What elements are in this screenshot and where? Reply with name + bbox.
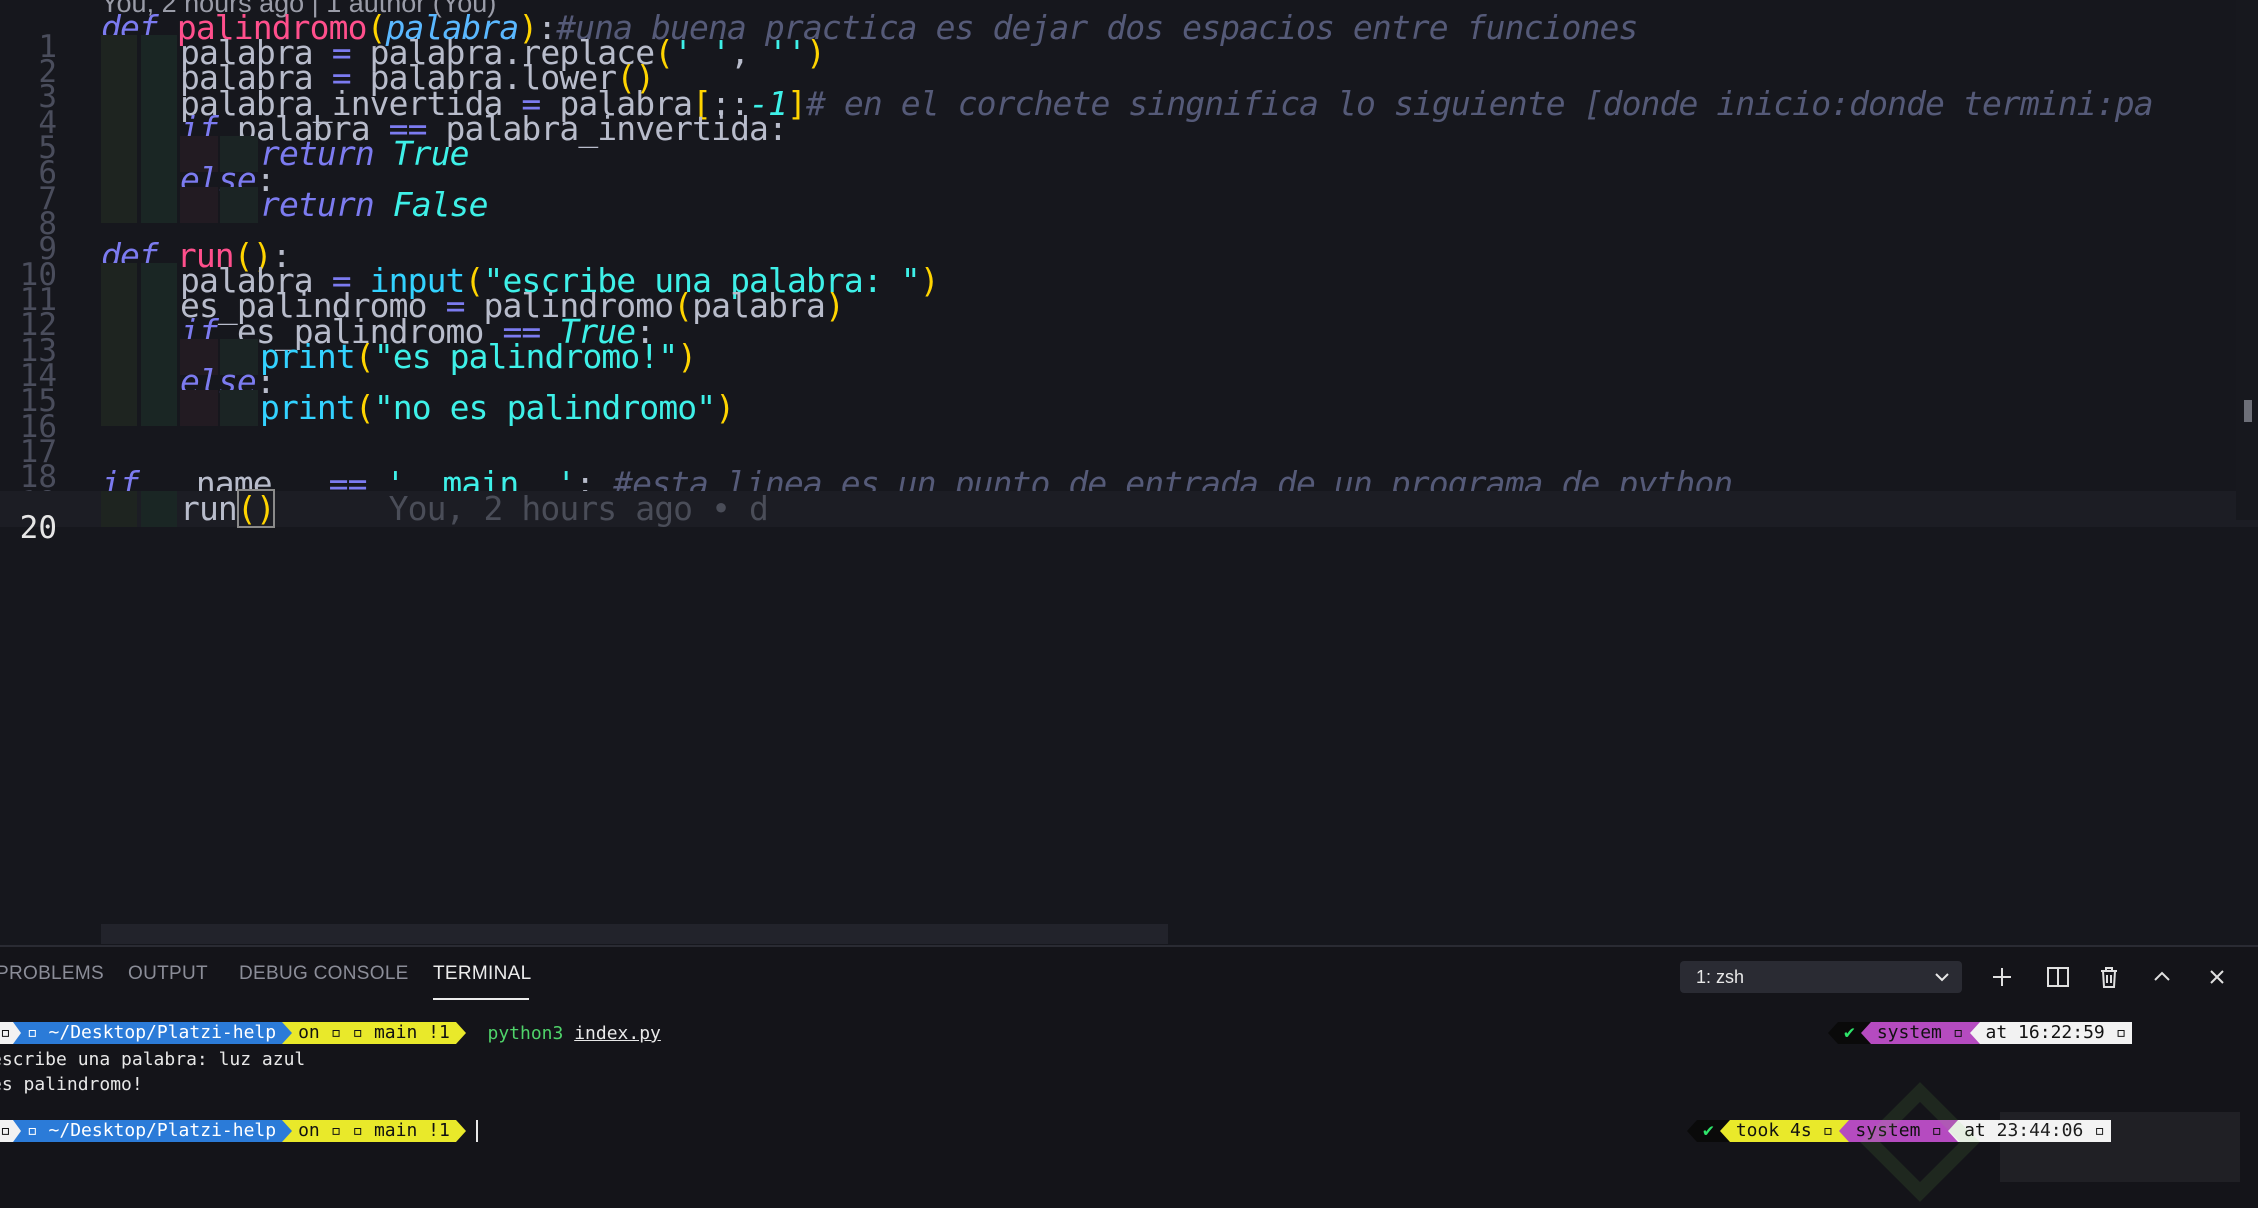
prompt-duration: took 4s ▫ — [1729, 1120, 1840, 1142]
prompt-time: at 16:22:59 ▫ — [1979, 1022, 2133, 1044]
terminal-cursor — [475, 1120, 478, 1142]
prompt-git-branch: on ▫ ▫ main !1 — [292, 1022, 456, 1044]
prompt-path: ▫ ~/Desktop/Platzi-help — [20, 1022, 283, 1044]
status-check: ✔ — [1838, 1022, 1861, 1044]
platzi-watermark-icon — [1860, 1082, 2240, 1202]
active-tab-indicator — [433, 998, 529, 1000]
inline-blame: You, 2 hours ago • d — [274, 489, 769, 528]
close-icon[interactable] — [2203, 963, 2231, 991]
terminal-prompt-line: ▫ ▫ ~/Desktop/Platzi-help on ▫ ▫ main !1 p… — [0, 1022, 661, 1044]
tab-problems[interactable]: PROBLEMS — [0, 963, 104, 985]
prompt-git-branch: on ▫ ▫ main !1 — [292, 1120, 456, 1142]
terminal-prompt-line: ▫ ▫ ~/Desktop/Platzi-help on ▫ ▫ main !1 — [0, 1120, 478, 1144]
indent-guide — [141, 491, 177, 527]
scrollbar-marker — [2244, 400, 2252, 422]
terminal-output-line: escribe una palabra: luz azul — [0, 1049, 306, 1070]
prompt-path: ▫ ~/Desktop/Platzi-help — [20, 1120, 283, 1142]
chevron-down-icon — [1932, 967, 1952, 987]
split-icon[interactable] — [2044, 963, 2072, 991]
code-editor[interactable]: You, 2 hours ago | 1 author (You) 1 def … — [0, 0, 2258, 945]
tab-terminal[interactable]: TERMINAL — [433, 963, 531, 985]
bottom-panel: PROBLEMS OUTPUT DEBUG CONSOLE TERMINAL 1… — [0, 945, 2258, 1208]
code-text: run() You, 2 hours ago • d — [180, 489, 769, 528]
status-check: ✔ — [1697, 1120, 1720, 1142]
tab-debug-console[interactable]: DEBUG CONSOLE — [239, 963, 409, 985]
terminal-output-line: es palindromo! — [0, 1074, 143, 1095]
chevron-up-icon[interactable] — [2148, 963, 2176, 991]
line-number: 20 — [19, 510, 57, 546]
code-line-active[interactable]: 20 run() You, 2 hours ago • d — [0, 489, 2258, 546]
horizontal-scrollbar[interactable] — [101, 924, 1168, 944]
indent-guide — [101, 491, 137, 527]
tab-output[interactable]: OUTPUT — [128, 963, 208, 985]
plus-icon[interactable] — [1988, 963, 2016, 991]
overview-ruler — [2236, 0, 2258, 520]
terminal-select[interactable]: 1: zsh — [1680, 961, 1962, 993]
trash-icon[interactable] — [2095, 963, 2123, 991]
prompt-env: system ▫ — [1870, 1022, 1970, 1044]
right-prompt: ✔ system ▫ at 16:22:59 ▫ — [1828, 1022, 2133, 1046]
